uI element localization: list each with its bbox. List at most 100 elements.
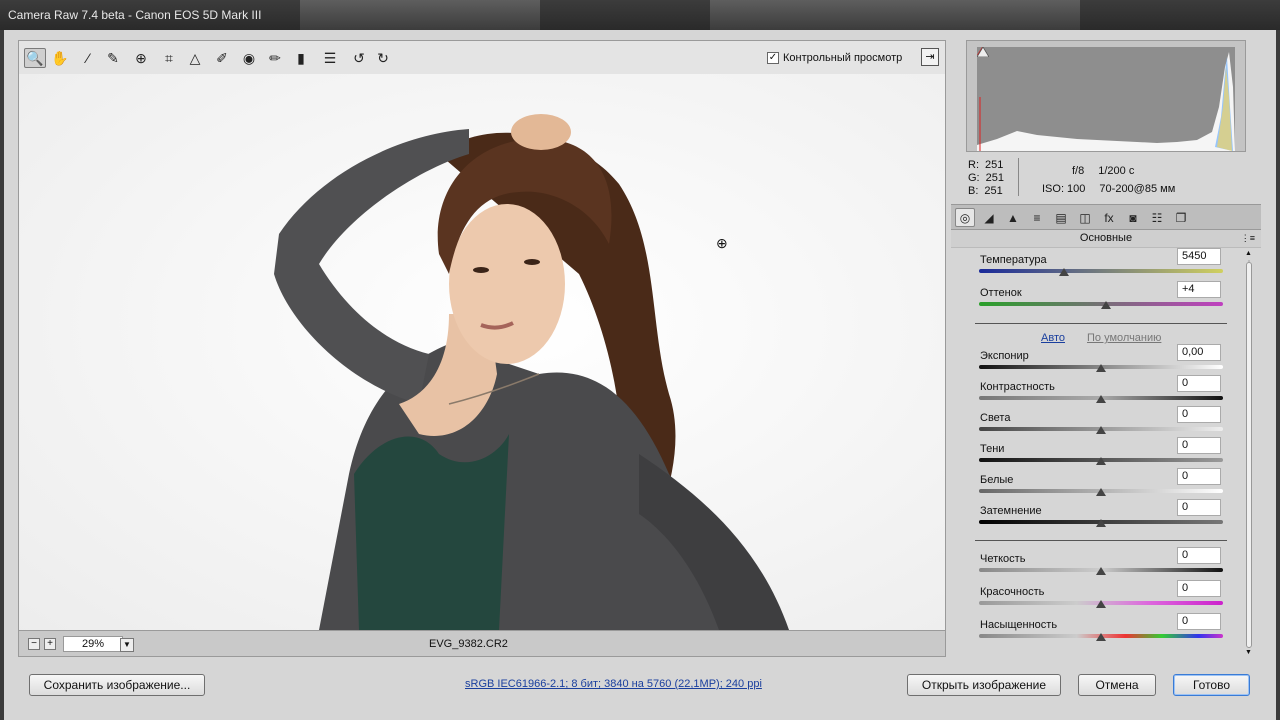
divider	[975, 540, 1227, 541]
scroll-up-icon[interactable]: ▲	[1245, 250, 1252, 257]
effects-tab-icon[interactable]: fx	[1099, 208, 1119, 227]
preview-label: Контрольный просмотр	[783, 52, 903, 64]
basic-tab-icon[interactable]: ◎	[955, 208, 975, 227]
status-bar: − + 29% ▼ EVG_9382.CR2	[18, 630, 946, 657]
contrast-value[interactable]: 0	[1177, 375, 1221, 392]
iso: ISO: 100	[1042, 183, 1086, 195]
crop-tool-icon[interactable]: ⌗	[158, 48, 180, 68]
tone-curve-tab-icon[interactable]: ◢	[979, 208, 999, 227]
scroll-down-icon[interactable]: ▼	[1245, 649, 1252, 656]
temperature-slider[interactable]: Температура 5450	[979, 248, 1223, 284]
zoom-dropdown-icon[interactable]: ▼	[120, 638, 134, 652]
spot-removal-tool-icon[interactable]: ✐	[211, 48, 233, 68]
clarity-value[interactable]: 0	[1177, 547, 1221, 564]
tint-knob[interactable]	[1100, 301, 1111, 309]
fullscreen-toggle-icon[interactable]: ⇥	[921, 48, 939, 66]
auto-link[interactable]: Авто	[1041, 332, 1065, 344]
aperture: f/8	[1072, 165, 1085, 177]
image-preview[interactable]: ⊕	[18, 74, 946, 630]
done-button[interactable]: Готово	[1173, 674, 1250, 696]
saturation-slider[interactable]: Насыщенность 0	[979, 613, 1223, 649]
vibrance-slider[interactable]: Красочность 0	[979, 580, 1223, 616]
background-strip	[300, 0, 540, 30]
exposure-knob[interactable]	[1096, 364, 1106, 372]
r-label: R:	[968, 159, 979, 171]
exposure-label: Экспонир	[980, 350, 1029, 362]
clarity-knob[interactable]	[1096, 567, 1106, 575]
detail-tab-icon[interactable]: ▲	[1003, 208, 1023, 227]
presets-tab-icon[interactable]: ☷	[1147, 208, 1167, 227]
workflow-options-link[interactable]: sRGB IEC61966-2.1; 8 бит; 3840 на 5760 (…	[465, 678, 762, 690]
open-image-button[interactable]: Открыть изображение	[907, 674, 1061, 696]
g-label: G:	[968, 172, 980, 184]
shadows-label: Тени	[980, 443, 1005, 455]
temperature-knob[interactable]	[1059, 268, 1070, 276]
zoom-cursor-icon: ⊕	[716, 235, 728, 251]
whites-value[interactable]: 0	[1177, 468, 1221, 485]
tint-label: Оттенок	[980, 287, 1022, 299]
contrast-knob[interactable]	[1096, 395, 1106, 403]
highlights-knob[interactable]	[1096, 426, 1106, 434]
hsl-tab-icon[interactable]: ≡	[1027, 208, 1047, 227]
window-title: Camera Raw 7.4 beta - Canon EOS 5D Mark …	[8, 8, 262, 22]
divider	[1018, 158, 1019, 196]
temperature-value[interactable]: 5450	[1177, 248, 1221, 265]
blacks-label: Затемнение	[980, 505, 1042, 517]
checkmark-icon[interactable]: ✓	[767, 52, 779, 64]
save-image-button[interactable]: Сохранить изображение...	[29, 674, 205, 696]
color-sampler-tool-icon[interactable]: ✎	[102, 48, 124, 68]
rotate-ccw-tool-icon[interactable]: ↺	[348, 48, 370, 68]
split-toning-tab-icon[interactable]: ▤	[1051, 208, 1071, 227]
highlights-value[interactable]: 0	[1177, 406, 1221, 423]
white-balance-tool-icon[interactable]: ⁄	[77, 48, 99, 68]
clarity-slider[interactable]: Четкость 0	[979, 547, 1223, 583]
rotate-cw-tool-icon[interactable]: ↻	[372, 48, 394, 68]
zoom-in-icon[interactable]: +	[44, 638, 56, 650]
histogram-graph	[977, 47, 1235, 151]
blacks-slider[interactable]: Затемнение 0	[979, 499, 1223, 535]
highlight-clipping-icon[interactable]	[977, 47, 989, 57]
blacks-knob[interactable]	[1096, 519, 1106, 527]
saturation-value[interactable]: 0	[1177, 613, 1221, 630]
default-link[interactable]: По умолчанию	[1087, 332, 1161, 344]
camera-calibration-tab-icon[interactable]: ◙	[1123, 208, 1143, 227]
vibrance-value[interactable]: 0	[1177, 580, 1221, 597]
lens: 70-200@85 мм	[1099, 183, 1176, 195]
preferences-tool-icon[interactable]: ☰	[319, 48, 341, 68]
straighten-tool-icon[interactable]: △	[184, 48, 206, 68]
zoom-out-icon[interactable]: −	[28, 638, 40, 650]
whites-knob[interactable]	[1096, 488, 1106, 496]
tint-value[interactable]: +4	[1177, 281, 1221, 298]
adjustment-brush-tool-icon[interactable]: ✏	[264, 48, 286, 68]
shadows-knob[interactable]	[1096, 457, 1106, 465]
scroll-thumb[interactable]	[1246, 262, 1252, 648]
graduated-filter-tool-icon[interactable]: ▮	[290, 48, 312, 68]
panel-menu-icon[interactable]: ⋮≡	[1241, 230, 1255, 247]
shutter: 1/200 с	[1098, 165, 1135, 177]
b-label: B:	[968, 185, 979, 197]
zoom-level-field[interactable]: 29%	[63, 636, 123, 652]
saturation-knob[interactable]	[1096, 633, 1106, 641]
exposure-value[interactable]: 0,00	[1177, 344, 1221, 361]
whites-label: Белые	[980, 474, 1014, 486]
file-name: EVG_9382.CR2	[429, 638, 508, 650]
tint-slider[interactable]: Оттенок +4	[979, 281, 1223, 317]
temperature-track[interactable]	[979, 269, 1223, 273]
highlights-label: Света	[980, 412, 1011, 424]
basic-panel: Температура 5450 Оттенок +4 Авто По умол…	[951, 248, 1261, 658]
preview-checkbox[interactable]: ✓ Контрольный просмотр	[767, 52, 902, 64]
cancel-button[interactable]: Отмена	[1078, 674, 1156, 696]
shadows-value[interactable]: 0	[1177, 437, 1221, 454]
hand-tool-icon[interactable]: ✋	[49, 48, 71, 68]
red-eye-tool-icon[interactable]: ◉	[238, 48, 260, 68]
photo-preview	[19, 74, 945, 630]
panel-tabs: ◎ ◢ ▲ ≡ ▤ ◫ fx ◙ ☷ ❐	[951, 204, 1261, 230]
snapshots-tab-icon[interactable]: ❐	[1171, 208, 1191, 227]
blacks-value[interactable]: 0	[1177, 499, 1221, 516]
zoom-tool-icon[interactable]: 🔍	[24, 48, 46, 68]
toolbar: 🔍 ✋ ⁄ ✎ ⊕ ⌗ △ ✐ ◉ ✏ ▮ ☰ ↺ ↻ ✓ Контрольны…	[18, 40, 946, 74]
targeted-adjustment-tool-icon[interactable]: ⊕	[130, 48, 152, 68]
vibrance-knob[interactable]	[1096, 600, 1106, 608]
lens-corrections-tab-icon[interactable]: ◫	[1075, 208, 1095, 227]
panel-scrollbar[interactable]: ▲ ▼	[1245, 250, 1253, 656]
